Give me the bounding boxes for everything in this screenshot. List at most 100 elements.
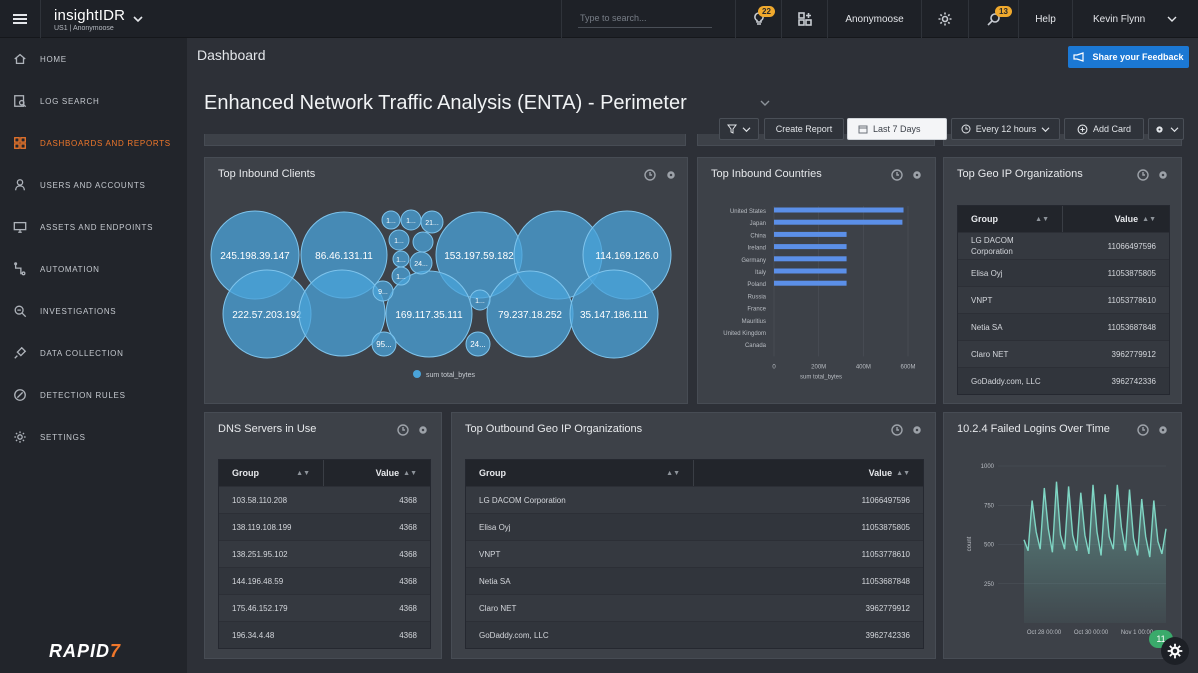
settings-button[interactable] [921,0,968,38]
sidebar-item-settings[interactable]: SETTINGS [0,416,187,458]
bubble-label: 35.147.186.111 [580,310,648,321]
lightbulb-button[interactable]: 22 [735,0,781,38]
cell-group: 175.46.152.179 [232,603,288,613]
gear-icon[interactable] [665,169,677,181]
table-row[interactable]: LG DACOM Corporation 11066497596 [466,486,923,513]
bubble[interactable]: 24... [465,331,491,357]
sidebar-item-detection-rules[interactable]: DETECTION RULES [0,374,187,416]
sidebar-item-users[interactable]: USERS AND ACCOUNTS [0,164,187,206]
table-row[interactable]: VNPT 11053778610 [958,286,1169,313]
sidebar-item-investigations[interactable]: INVESTIGATIONS [0,290,187,332]
gear-icon[interactable] [911,169,923,181]
sidebar-item-data-collection[interactable]: DATA COLLECTION [0,332,187,374]
table-row[interactable]: Netia SA 11053687848 [958,313,1169,340]
sidebar-item-dashboards[interactable]: DASHBOARDS AND REPORTS [0,122,187,164]
dashboard-settings-button[interactable] [1148,118,1184,140]
clock-icon[interactable] [1137,424,1149,436]
card-top-inbound-countries: Top Inbound Countries 0 200M 400M 600M Unite… [697,157,936,404]
clock-icon[interactable] [644,169,656,181]
gear-icon[interactable] [1157,169,1169,181]
sidebar-item-home[interactable]: HOME [0,38,187,80]
cell-value: 11053687848 [861,576,910,586]
table-row[interactable]: Netia SA 11053687848 [466,567,923,594]
cell-value: 3962779912 [1111,349,1157,359]
sidebar-item-log-search[interactable]: LOG SEARCH [0,80,187,122]
clock-icon[interactable] [397,424,409,436]
filter-button[interactable] [719,118,759,140]
bubble[interactable] [412,231,434,253]
bubble[interactable]: 222.57.203.192 [222,269,312,359]
chevron-down-icon[interactable] [133,15,143,23]
sidebar-item-assets[interactable]: ASSETS AND ENDPOINTS [0,206,187,248]
apps-button[interactable] [781,0,827,38]
bubble-label: 9... [378,289,388,296]
bubble[interactable]: 1... [469,289,491,311]
sidebar-item-label: AUTOMATION [40,264,100,274]
table-row[interactable]: Claro NET 3962779912 [958,340,1169,367]
bubble[interactable]: 1... [392,250,410,268]
bubble[interactable]: 9... [372,280,394,302]
bubble[interactable]: 35.147.186.111 [569,269,659,359]
table-row[interactable]: VNPT 11053778610 [466,540,923,567]
gear-icon[interactable] [417,424,429,436]
table-row[interactable]: GoDaddy.com, LLC 3962742336 [466,621,923,648]
assistant-button[interactable] [1161,637,1189,665]
table-row[interactable]: 103.58.110.208 4368 [219,486,430,513]
column-label: Group [232,468,259,478]
gear-icon[interactable] [911,424,923,436]
menu-button[interactable] [0,0,40,38]
bubble[interactable]: 95... [371,331,397,357]
search-input[interactable]: Type to search... [578,10,712,28]
refresh-interval-select[interactable]: Every 12 hours [951,118,1060,140]
chevron-down-icon[interactable] [760,99,770,107]
bubble[interactable]: 1... [388,229,410,251]
brand[interactable]: insightIDR US1 | Anonymoose [40,0,150,38]
org-switcher[interactable]: Anonymoose [827,0,921,38]
cell-value: 4368 [399,630,417,640]
table-row[interactable]: 144.196.48.59 4368 [219,567,430,594]
x-axis-label: sum total_bytes [800,374,842,380]
column-header-value[interactable]: Value ▲▼ [1063,206,1169,232]
clock-icon [961,124,971,134]
bubble[interactable]: 1... [391,266,411,286]
bubble[interactable]: 21... [420,210,444,234]
log-search-icon [14,95,27,108]
cell-value: 11053687848 [1107,322,1156,332]
cell-group: GoDaddy.com, LLC [479,630,549,640]
gear-icon [1155,125,1163,133]
table-row[interactable]: 196.34.4.48 4368 [219,621,430,648]
clock-icon[interactable] [891,169,903,181]
column-header-group[interactable]: Group ▲▼ [466,460,694,486]
table-row[interactable]: LG DACOM Corporation 11066497596 [958,232,1169,259]
share-feedback-button[interactable]: Share your Feedback [1068,46,1189,68]
table-row[interactable]: Elisa Oyj 11053875805 [958,259,1169,286]
bubble[interactable]: 79.237.18.252 [486,270,574,358]
card-title: Top Geo IP Organizations [957,168,1083,180]
table-row[interactable]: 138.119.108.199 4368 [219,513,430,540]
date-range-picker[interactable]: Last 7 Days [847,118,947,140]
search-activity-button[interactable]: 13 [968,0,1018,38]
bubble[interactable]: 1... [400,209,422,231]
gear-icon[interactable] [1157,424,1169,436]
help-link[interactable]: Help [1018,0,1072,38]
column-header-group[interactable]: Group ▲▼ [958,206,1063,232]
clock-icon[interactable] [1137,169,1149,181]
table-row[interactable]: Claro NET 3962779912 [466,594,923,621]
column-header-value[interactable]: Value ▲▼ [324,460,430,486]
user-menu[interactable]: Kevin Flynn [1072,0,1198,38]
clock-icon[interactable] [891,424,903,436]
bubble[interactable]: 24... [409,251,433,275]
data-table: Group ▲▼ Value ▲▼ 103.58.110.208 4368 138.1… [218,459,431,649]
bubble[interactable]: 1... [381,210,401,230]
bar [774,244,847,250]
gear-icon [14,431,26,443]
table-row[interactable]: Elisa Oyj 11053875805 [466,513,923,540]
add-card-button[interactable]: Add Card [1064,118,1144,140]
sidebar-item-automation[interactable]: AUTOMATION [0,248,187,290]
table-row[interactable]: 138.251.95.102 4368 [219,540,430,567]
create-report-button[interactable]: Create Report [764,118,844,140]
table-row[interactable]: 175.46.152.179 4368 [219,594,430,621]
column-header-group[interactable]: Group ▲▼ [219,460,324,486]
table-row[interactable]: GoDaddy.com, LLC 3962742336 [958,367,1169,394]
column-header-value[interactable]: Value ▲▼ [694,460,923,486]
